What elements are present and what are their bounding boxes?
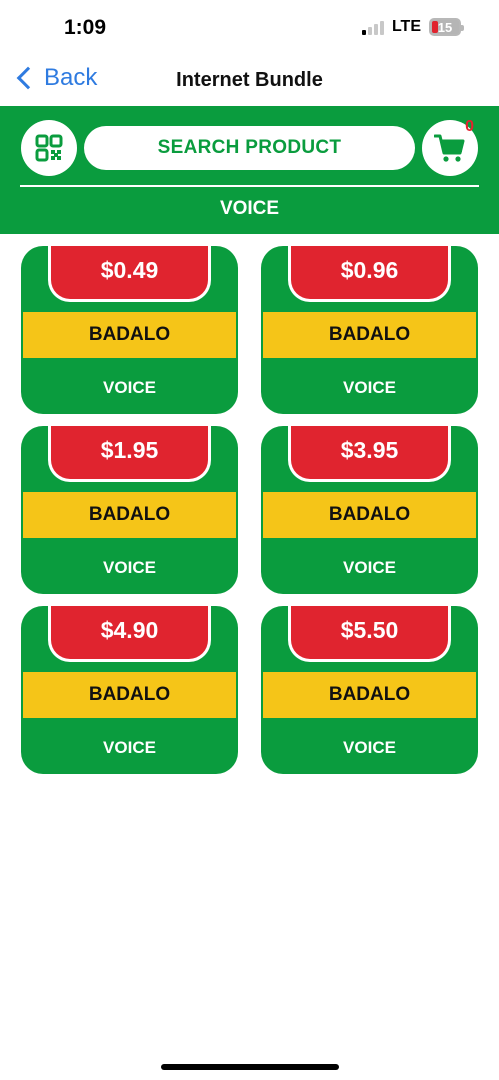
product-brand: BADALO xyxy=(263,312,476,358)
product-type: VOICE xyxy=(343,738,396,757)
search-product-button[interactable]: SEARCH PRODUCT xyxy=(84,126,415,170)
product-brand: BADALO xyxy=(263,672,476,718)
cart-count-badge: 0 xyxy=(465,118,474,135)
category-tab-voice[interactable]: VOICE xyxy=(0,198,499,220)
product-brand: BADALO xyxy=(23,672,236,718)
product-price: $0.49 xyxy=(48,246,211,302)
product-type: VOICE xyxy=(343,558,396,577)
status-indicators: LTE 15 xyxy=(361,18,464,36)
product-type: VOICE xyxy=(343,378,396,397)
home-indicator[interactable] xyxy=(161,1064,339,1070)
navigation-bar: Back Internet Bundle xyxy=(0,56,499,106)
product-type: VOICE xyxy=(103,738,156,757)
battery-icon: 15 xyxy=(429,18,464,36)
product-card[interactable]: $0.49 BADALO VOICE xyxy=(21,246,238,414)
product-price: $1.95 xyxy=(48,426,211,482)
product-brand: BADALO xyxy=(263,492,476,538)
product-price: $4.90 xyxy=(48,606,211,662)
network-label: LTE xyxy=(391,18,421,35)
product-price: $0.96 xyxy=(288,246,451,302)
product-type: VOICE xyxy=(103,558,156,577)
product-card[interactable]: $4.90 BADALO VOICE xyxy=(21,606,238,774)
product-card[interactable]: $3.95 BADALO VOICE xyxy=(261,426,478,594)
status-time: 1:09 xyxy=(64,16,107,39)
shopping-cart-icon xyxy=(434,134,465,162)
product-brand: BADALO xyxy=(23,492,236,538)
signal-bars-icon xyxy=(361,19,384,35)
battery-level: 15 xyxy=(437,19,453,35)
product-card[interactable]: $1.95 BADALO VOICE xyxy=(21,426,238,594)
product-grid: $0.49 BADALO VOICE $0.96 BADALO VOICE $1… xyxy=(21,246,478,774)
page-title: Internet Bundle xyxy=(176,69,323,91)
qr-scan-button[interactable] xyxy=(21,120,77,176)
product-price: $3.95 xyxy=(288,426,451,482)
qr-code-icon xyxy=(35,134,63,162)
product-card[interactable]: $5.50 BADALO VOICE xyxy=(261,606,478,774)
product-card[interactable]: $0.96 BADALO VOICE xyxy=(261,246,478,414)
product-type: VOICE xyxy=(103,378,156,397)
status-bar: 1:09 LTE 15 xyxy=(0,0,499,60)
product-header: SEARCH PRODUCT 0 VOICE xyxy=(0,106,499,234)
product-price: $5.50 xyxy=(288,606,451,662)
header-divider xyxy=(20,185,479,187)
cart-button[interactable]: 0 xyxy=(422,118,478,176)
product-brand: BADALO xyxy=(23,312,236,358)
